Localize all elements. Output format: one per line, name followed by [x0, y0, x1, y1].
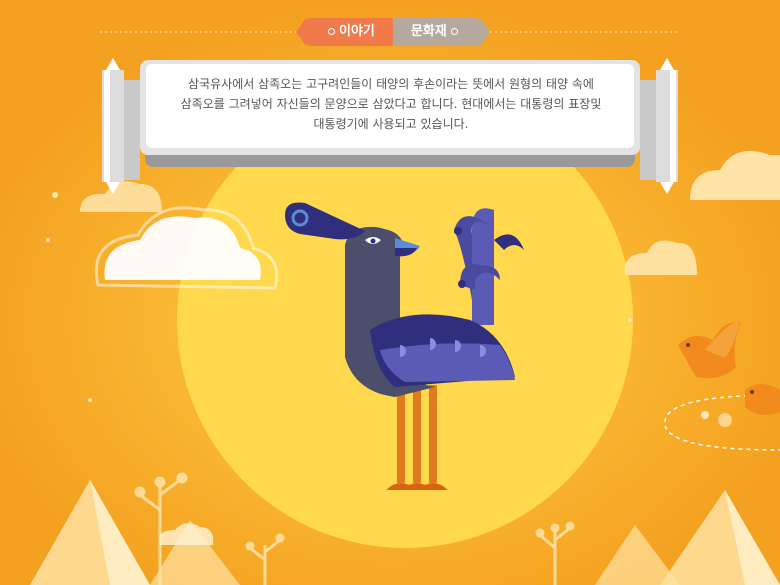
tab-story-label: 이야기 — [339, 24, 375, 39]
description-line: 삼족오를 그려넣어 자신들의 문양으로 삼았다고 합니다. 현대에서는 대통령의… — [180, 97, 602, 111]
tab-heritage-label: 문화재 — [410, 24, 447, 39]
description-line: 삼국유사에서 삼족오는 고구려인들이 태양의 후손이라는 뜻에서 원형의 태양 … — [188, 77, 594, 91]
small-bird-2 — [745, 384, 780, 416]
dot-icon — [328, 28, 335, 35]
story-description: 삼국유사에서 삼족오는 고구려인들이 태양의 후손이라는 뜻에서 원형의 태양 … — [150, 66, 632, 142]
description-line: 대통령기에 사용되고 있습니다. — [313, 117, 469, 131]
tab-bar: 이야기 문화재 — [296, 18, 490, 46]
tab-heritage[interactable]: 문화재 — [392, 18, 490, 46]
dot-icon — [450, 28, 458, 35]
tab-story[interactable]: 이야기 — [296, 18, 393, 46]
